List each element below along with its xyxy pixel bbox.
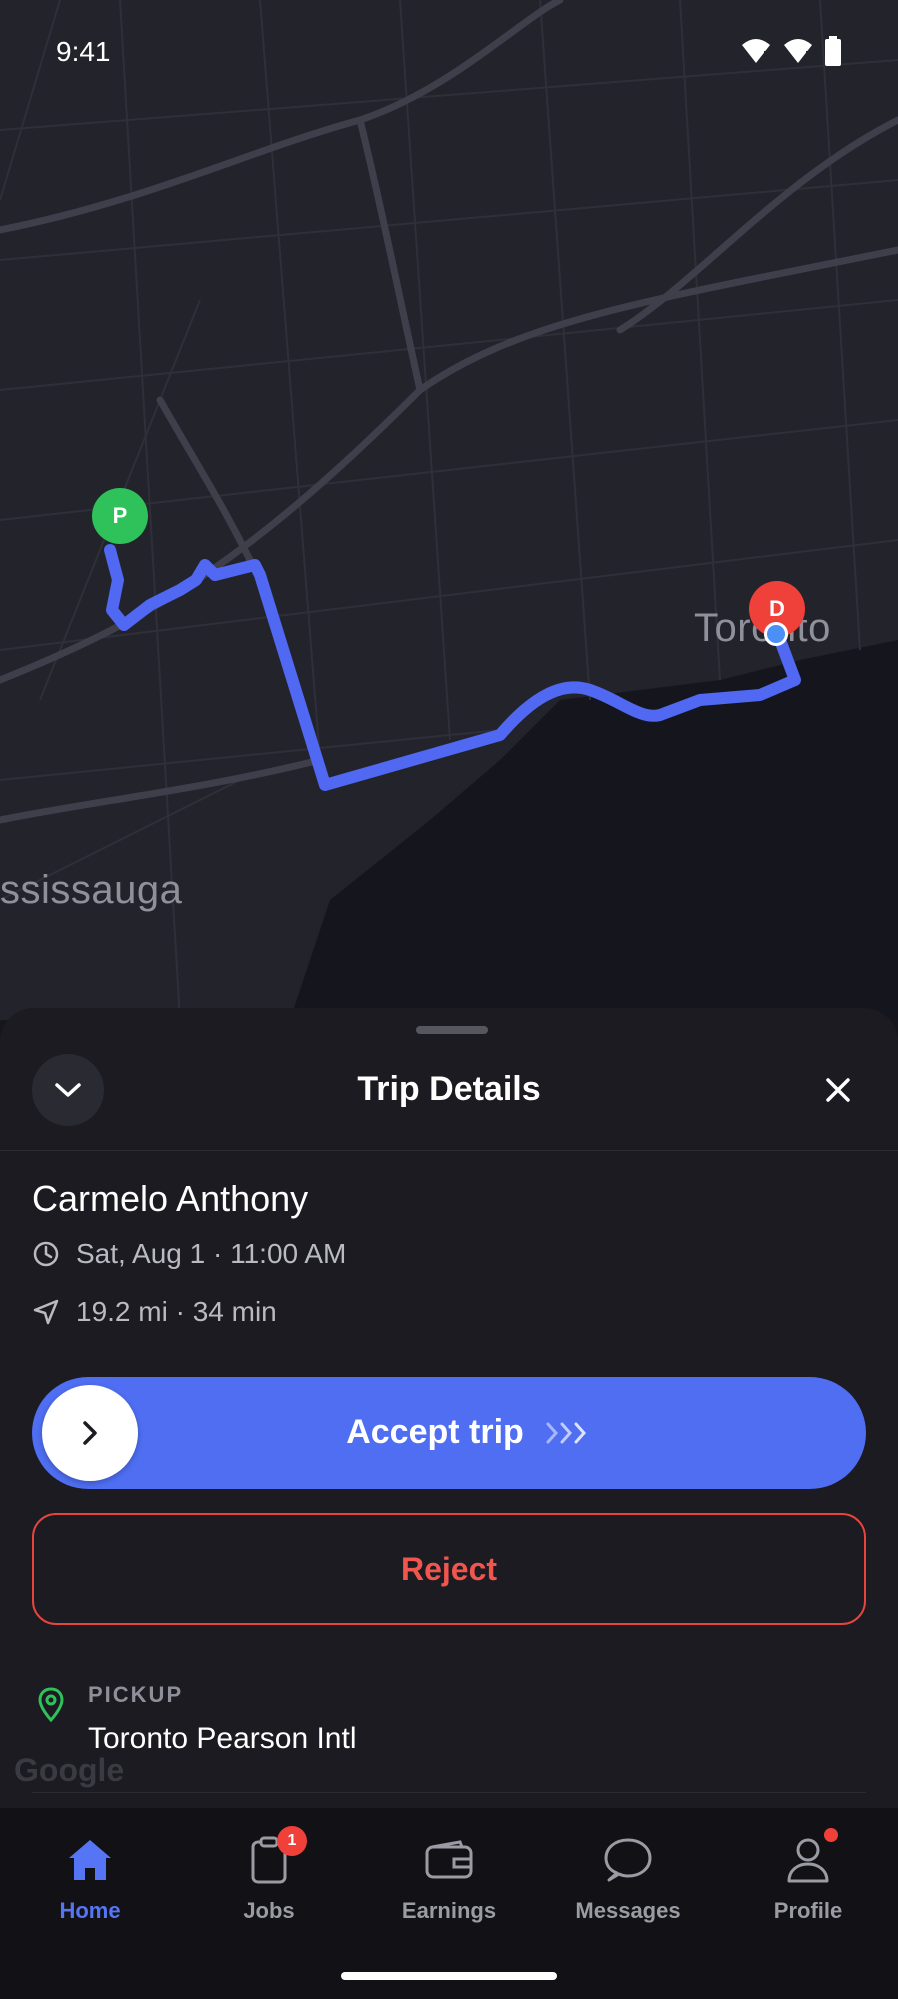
reject-button[interactable]: Reject	[32, 1513, 866, 1625]
sheet-title: Trip Details	[357, 1070, 541, 1108]
trip-datetime: Sat, Aug 1 · 11:00 AM	[32, 1238, 346, 1270]
pickup-value: Toronto Pearson Intl	[88, 1722, 357, 1755]
accept-slider-knob[interactable]	[42, 1385, 138, 1481]
status-bar: 9:41	[0, 0, 898, 100]
tab-messages-label: Messages	[575, 1898, 681, 1923]
pickup-pin[interactable]: P	[92, 488, 148, 544]
pickup-label: PICKUP	[88, 1682, 184, 1707]
profile-notification-dot	[824, 1828, 838, 1842]
map-label-mississauga: ssissauga	[0, 868, 183, 912]
wifi-icon	[784, 39, 812, 64]
trip-distance-text: 19.2 mi · 34 min	[76, 1296, 277, 1327]
wifi-icon	[742, 39, 770, 64]
tab-jobs[interactable]: 1 Jobs	[189, 1826, 349, 1924]
navigation-arrow-icon	[33, 1299, 59, 1325]
rider-name: Carmelo Anthony	[32, 1178, 309, 1219]
current-location-dot	[764, 622, 788, 646]
map-view[interactable]: Toronto ssissauga P D	[0, 0, 898, 1020]
person-icon	[787, 1838, 829, 1883]
tab-jobs-label: Jobs	[243, 1898, 295, 1923]
divider	[32, 1792, 866, 1793]
status-icons	[740, 36, 842, 66]
tab-profile-label: Profile	[773, 1898, 843, 1923]
jobs-badge: 1	[277, 1826, 307, 1856]
clock-icon	[33, 1241, 59, 1267]
home-indicator[interactable]	[341, 1972, 557, 1980]
location-pin-icon	[38, 1687, 64, 1723]
tab-home-label: Home	[59, 1898, 121, 1923]
accept-trip-label: Accept trip	[346, 1413, 524, 1451]
tab-earnings-label: Earnings	[401, 1898, 497, 1923]
close-button[interactable]	[806, 1058, 870, 1122]
triple-chevron-icon	[546, 1422, 586, 1443]
trip-datetime-text: Sat, Aug 1 · 11:00 AM	[76, 1238, 347, 1269]
accept-trip-slider[interactable]: Accept trip	[32, 1377, 866, 1489]
tab-earnings[interactable]: Earnings	[369, 1832, 529, 1924]
chevron-right-icon	[83, 1421, 97, 1445]
tab-home[interactable]: Home	[10, 1832, 170, 1924]
accept-trip-label-wrap: Accept trip	[32, 1413, 866, 1452]
close-icon	[826, 1078, 850, 1102]
tab-profile[interactable]: Profile	[728, 1828, 888, 1924]
tab-messages[interactable]: Messages	[548, 1832, 708, 1924]
home-icon	[69, 1840, 111, 1880]
bottom-tab-bar: Home 1 Jobs Earnings Messages Profile	[0, 1808, 898, 1999]
trip-details-sheet: Trip Details Carmelo Anthony Sat, Aug 1 …	[0, 1008, 898, 1808]
battery-icon	[825, 36, 841, 66]
status-time: 9:41	[56, 36, 111, 67]
sheet-header: Trip Details	[0, 1038, 898, 1151]
trip-distance: 19.2 mi · 34 min	[32, 1296, 277, 1328]
google-watermark: Google	[14, 1752, 125, 1788]
wallet-icon	[425, 1840, 473, 1879]
sheet-grabber[interactable]	[416, 1026, 488, 1034]
chat-icon	[604, 1838, 652, 1882]
